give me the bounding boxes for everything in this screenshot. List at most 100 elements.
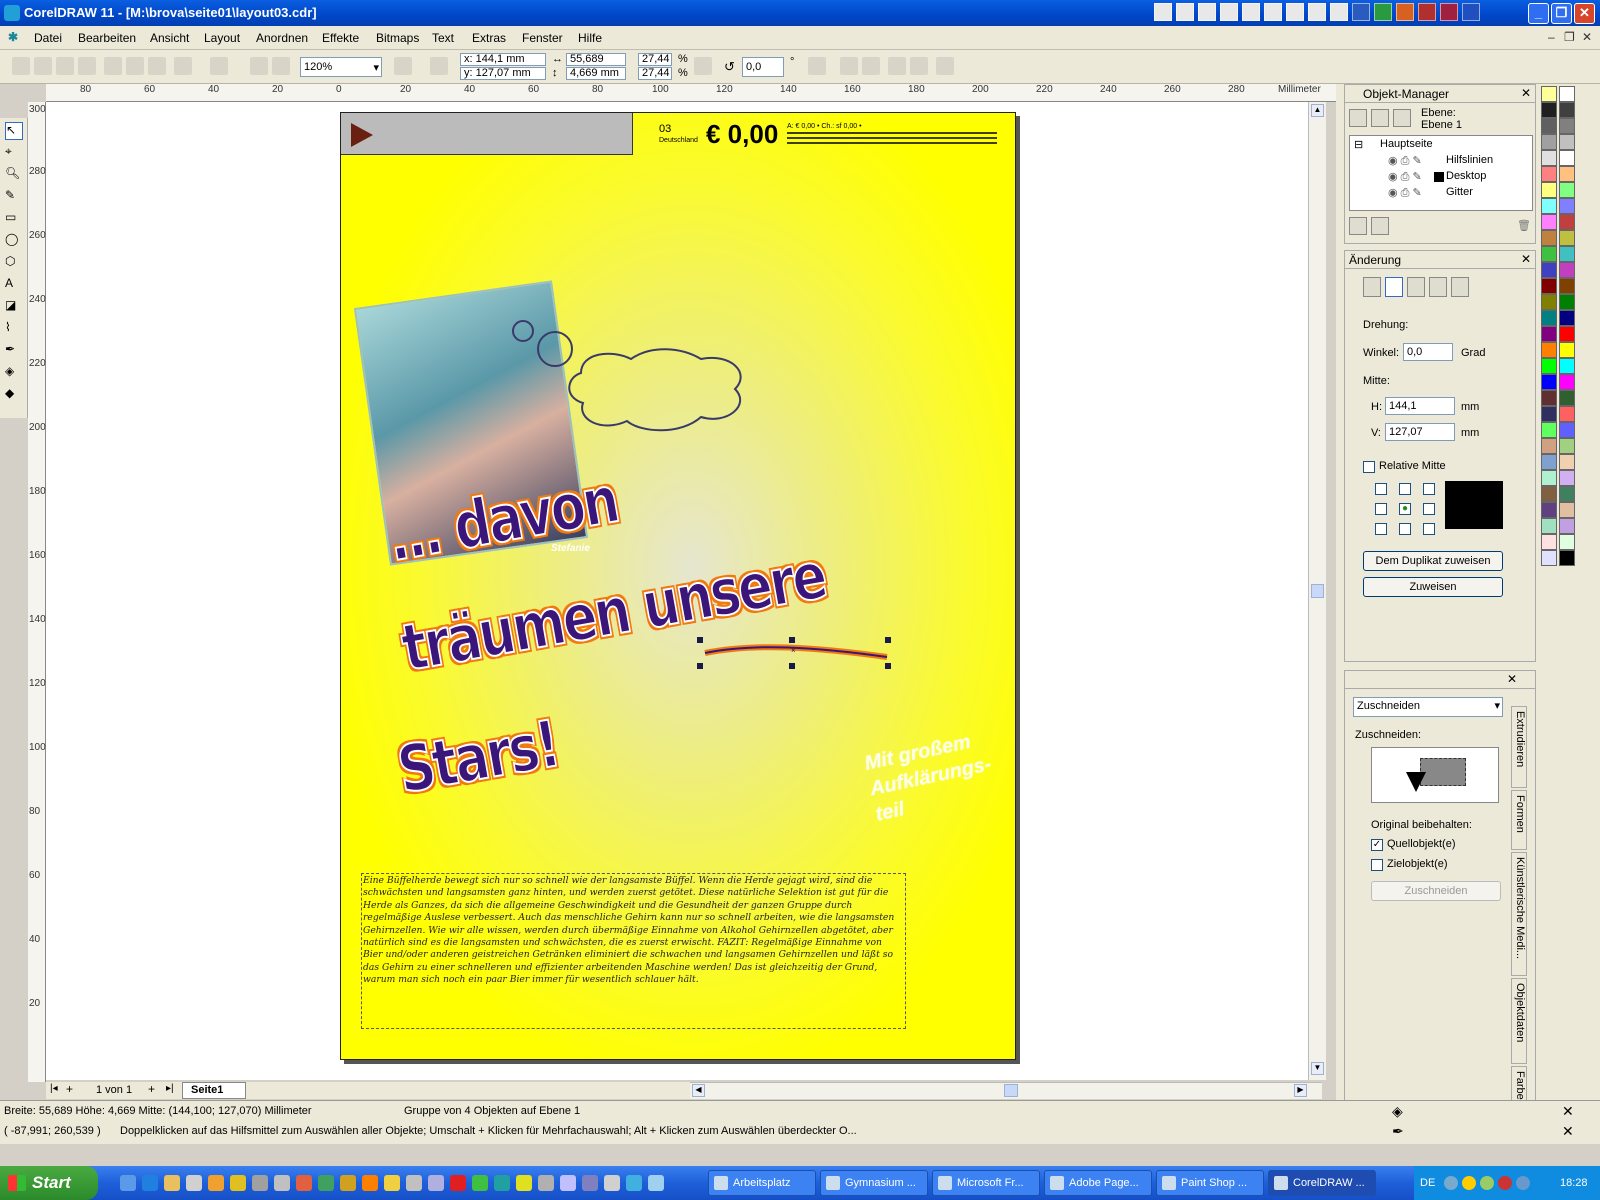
ungroup-icon[interactable] <box>862 57 880 75</box>
color-swatch[interactable] <box>1541 214 1557 230</box>
convert-curves-icon[interactable] <box>936 57 954 75</box>
header-bar[interactable] <box>341 113 633 155</box>
tray-icon[interactable] <box>1480 1176 1494 1190</box>
quicklaunch-icon[interactable] <box>626 1175 642 1191</box>
color-swatch[interactable] <box>1541 86 1557 102</box>
copy-icon[interactable] <box>126 57 144 75</box>
issue-country[interactable]: Deutschland <box>659 137 698 144</box>
document-icon[interactable]: ✱ <box>8 30 18 44</box>
menu-hilfe[interactable]: Hilfe <box>578 31 602 45</box>
quicklaunch-icon[interactable] <box>1198 3 1216 21</box>
app-icon[interactable] <box>1440 3 1458 21</box>
freehand-tool-icon[interactable]: ✎ <box>5 188 23 206</box>
anchor-checkbox[interactable] <box>1399 523 1411 535</box>
menu-extras[interactable]: Extras <box>472 31 506 45</box>
add-page-after-icon[interactable]: + <box>148 1082 155 1096</box>
anchor-checkbox[interactable] <box>1375 503 1387 515</box>
color-swatch[interactable] <box>1559 470 1575 486</box>
quicklaunch-icon[interactable] <box>164 1175 180 1191</box>
new-master-layer-icon[interactable] <box>1371 217 1389 235</box>
color-swatch[interactable] <box>1559 518 1575 534</box>
save-icon[interactable] <box>56 57 74 75</box>
scale-y-field[interactable]: 27,44 <box>638 67 672 80</box>
color-swatch[interactable] <box>1559 166 1575 182</box>
excel-icon[interactable] <box>1374 3 1392 21</box>
powerpoint-icon[interactable] <box>1396 3 1414 21</box>
break-apart-icon[interactable] <box>910 57 928 75</box>
color-swatch[interactable] <box>1559 278 1575 294</box>
quicklaunch-icon[interactable] <box>362 1175 378 1191</box>
source-objects-checkbox[interactable]: ✓ <box>1371 839 1383 851</box>
interactive-fill-tool-icon[interactable]: ◆ <box>5 386 23 404</box>
edit-layers-icon[interactable] <box>1371 109 1389 127</box>
anchor-checkbox-selected[interactable]: ● <box>1399 503 1411 515</box>
color-swatch[interactable] <box>1541 438 1557 454</box>
quicklaunch-icon[interactable] <box>252 1175 268 1191</box>
tab-formen[interactable]: Formen <box>1511 790 1527 850</box>
tray-icon[interactable] <box>1444 1176 1458 1190</box>
color-swatch[interactable] <box>1541 102 1557 118</box>
color-swatch[interactable] <box>1541 246 1557 262</box>
quicklaunch-icon[interactable] <box>296 1175 312 1191</box>
height-field[interactable]: 4,669 mm <box>566 67 626 80</box>
color-swatch[interactable] <box>1559 406 1575 422</box>
anchor-checkbox[interactable] <box>1423 483 1435 495</box>
tray-icon[interactable] <box>1516 1176 1530 1190</box>
page-tab[interactable]: Seite1 <box>182 1082 246 1099</box>
quicklaunch-icon[interactable] <box>340 1175 356 1191</box>
scroll-left-icon[interactable]: ◀ <box>692 1084 705 1097</box>
close-button[interactable]: ✕ <box>1574 3 1595 24</box>
lock-ratio-icon[interactable] <box>694 57 712 75</box>
quicklaunch-icon[interactable] <box>538 1175 554 1191</box>
group-icon[interactable] <box>840 57 858 75</box>
layer-tree[interactable]: ⊟ Hauptseite ◉ ⎙ ✎ Hilfslinien ◉ ⎙ ✎ Des… <box>1349 135 1533 211</box>
center-h-input[interactable]: 144,1 <box>1385 397 1455 415</box>
x-position-field[interactable]: x: 144,1 mm <box>460 53 546 66</box>
color-swatch[interactable] <box>1559 342 1575 358</box>
scroll-thumb[interactable] <box>1004 1084 1018 1097</box>
layer-options-icon[interactable] <box>1349 109 1367 127</box>
shaping-mode-select[interactable]: Zuschneiden ▾ <box>1353 697 1503 717</box>
shape-tool-icon[interactable]: ⌖ <box>5 144 23 162</box>
quicklaunch-icon[interactable] <box>208 1175 224 1191</box>
color-swatch[interactable] <box>1559 390 1575 406</box>
color-swatch[interactable] <box>1541 406 1557 422</box>
color-swatch[interactable] <box>1541 374 1557 390</box>
quicklaunch-icon[interactable] <box>186 1175 202 1191</box>
new-layer-icon[interactable] <box>1349 217 1367 235</box>
language-indicator[interactable]: DE <box>1420 1166 1435 1200</box>
apply-to-duplicate-button[interactable]: Dem Duplikat zuweisen <box>1363 551 1503 571</box>
color-swatch[interactable] <box>1559 454 1575 470</box>
eye-print-edit-icons[interactable]: ◉ ⎙ ✎ <box>1388 186 1422 200</box>
color-swatch[interactable] <box>1541 198 1557 214</box>
rotate-icon[interactable] <box>1385 277 1403 297</box>
outline-pen-icon[interactable]: ✒ <box>1392 1123 1404 1140</box>
drawing-canvas[interactable]: 03 Deutschland € 0,00 A: € 0,00 • Ch.: s… <box>46 102 1308 1080</box>
corel-online-icon[interactable] <box>430 57 448 75</box>
color-swatch[interactable] <box>1559 150 1575 166</box>
pick-tool-icon[interactable]: ↖ <box>5 122 23 140</box>
fill-tool-icon[interactable]: ◈ <box>5 364 23 382</box>
quicklaunch-icon[interactable] <box>582 1175 598 1191</box>
polygon-tool-icon[interactable]: ⬡ <box>5 254 23 272</box>
color-swatch[interactable] <box>1559 310 1575 326</box>
quicklaunch-icon[interactable] <box>318 1175 334 1191</box>
headline-line-3[interactable]: Stars! <box>392 707 565 810</box>
quicklaunch-icon[interactable] <box>450 1175 466 1191</box>
combine-icon[interactable] <box>888 57 906 75</box>
quicklaunch-icon[interactable] <box>1286 3 1304 21</box>
menu-text[interactable]: Text <box>432 31 454 45</box>
center-v-input[interactable]: 127,07 <box>1385 423 1455 441</box>
color-swatch[interactable] <box>1559 550 1575 566</box>
width-field[interactable]: 55,689 mm <box>566 53 626 76</box>
task-arbeitsplatz[interactable]: Arbeitsplatz <box>708 1170 816 1196</box>
add-page-before-icon[interactable]: + <box>66 1082 73 1096</box>
page[interactable]: 03 Deutschland € 0,00 A: € 0,00 • Ch.: s… <box>340 112 1016 1060</box>
quicklaunch-icon[interactable] <box>1308 3 1326 21</box>
color-swatch[interactable] <box>1559 118 1575 134</box>
color-swatch[interactable] <box>1541 534 1557 550</box>
scale-x-field[interactable]: 27,44 <box>638 53 672 66</box>
zoom-select[interactable]: 120% ▾ <box>300 57 382 77</box>
task-paint-shop[interactable]: Paint Shop ... <box>1156 1170 1264 1196</box>
tray-icon[interactable] <box>1462 1176 1476 1190</box>
